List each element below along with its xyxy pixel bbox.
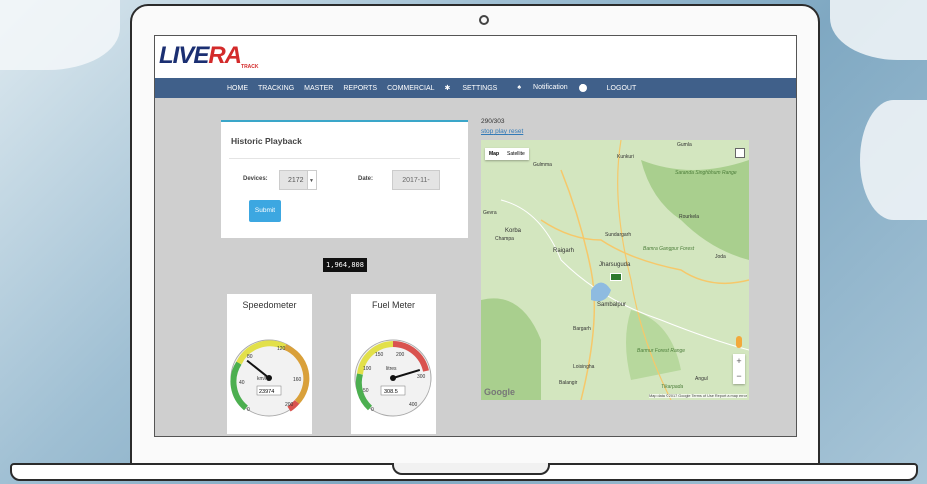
- panel-title: Historic Playback: [231, 136, 302, 146]
- map-attribution[interactable]: Map data ©2017 Google Terms of Use Repor…: [649, 394, 747, 398]
- map-label: Rourkela: [679, 214, 700, 220]
- zoom-out-icon[interactable]: −: [733, 369, 745, 384]
- background-shape: [860, 100, 927, 220]
- map-type-control: Map Satellite: [485, 148, 529, 160]
- bell-icon: ♠: [517, 84, 524, 91]
- fuel-tick: 0: [371, 407, 374, 413]
- map-label: Sambalpur: [597, 302, 627, 308]
- fuel-tick: 50: [363, 388, 369, 394]
- speed-tick: 120: [277, 346, 286, 352]
- google-logo: Google: [484, 387, 515, 397]
- nav-settings[interactable]: ✱ SETTINGS: [445, 84, 508, 92]
- map-label: Bargarh: [573, 326, 591, 332]
- submit-button[interactable]: Submit: [249, 200, 281, 222]
- notification-badge: 5: [578, 84, 587, 92]
- nav-master[interactable]: MASTER: [304, 85, 333, 92]
- date-label: Date:: [358, 176, 374, 182]
- fullscreen-icon[interactable]: [735, 148, 745, 158]
- speed-tick: 160: [293, 377, 302, 383]
- caret-down-icon: ▼: [307, 171, 316, 189]
- fuel-meter-card: Fuel Meter litres 0 50 100 150 200 300 4…: [351, 294, 436, 434]
- playback-panel: Historic Playback Devices: 2172 ▼ Date: …: [221, 120, 468, 238]
- map-label: Korba: [505, 228, 522, 234]
- vehicle-marker[interactable]: [610, 273, 622, 281]
- map-label: Gevra: [483, 210, 497, 216]
- nav-reports[interactable]: REPORTS: [343, 85, 377, 92]
- speed-tick: 200: [285, 402, 294, 408]
- play-link[interactable]: play: [495, 128, 507, 135]
- fuel-gauge: litres 0 50 100 150 200 300 400 308.5: [354, 339, 432, 417]
- logo[interactable]: LIVERATRACK: [159, 42, 259, 70]
- playback-counter: 290/303: [481, 118, 505, 125]
- map-label: Raigarh: [553, 248, 575, 254]
- map-label: Barmur Forest Range: [637, 348, 686, 354]
- fuel-tick: 300: [417, 374, 426, 380]
- map-label: Bamra Gangpur Forest: [643, 246, 695, 252]
- fuel-tick: 150: [375, 352, 384, 358]
- map-label: Gulmma: [533, 162, 552, 168]
- map-terrain: [481, 140, 749, 400]
- fuel-reading: 308.5: [384, 389, 398, 395]
- map-label: Sundargarh: [605, 232, 632, 238]
- speedometer-gauge: km/h 0 40 80 120 160 200 23974: [230, 339, 310, 417]
- zoom-in-icon[interactable]: +: [733, 354, 745, 369]
- map-type-satellite[interactable]: Satellite: [503, 148, 529, 160]
- map[interactable]: Map Satellite Gumla Kunkuri Gulmma Korba…: [481, 140, 749, 400]
- nav-notification[interactable]: ♠ Notification 5: [517, 84, 596, 92]
- map-label: Angul: [695, 376, 708, 382]
- speed-odometer: 23974: [259, 389, 274, 395]
- laptop-screen: LIVERATRACK HOME TRACKING MASTER REPORTS…: [154, 35, 797, 437]
- device-select[interactable]: 2172 ▼: [279, 170, 317, 190]
- date-input[interactable]: 2017-11-: [392, 170, 440, 190]
- fuel-tick: 200: [396, 352, 405, 358]
- map-label: Joda: [715, 254, 726, 260]
- map-label: Jharsuguda: [599, 262, 631, 268]
- pegman-icon[interactable]: [736, 336, 742, 348]
- speed-tick: 0: [247, 407, 250, 413]
- laptop-notch: [392, 463, 550, 475]
- reset-link[interactable]: reset: [509, 128, 523, 135]
- device-label: Devices:: [243, 176, 268, 182]
- map-label: Champa: [495, 236, 514, 242]
- map-label: Tikarpada: [661, 384, 684, 390]
- nav-commercial[interactable]: COMMERCIAL: [387, 85, 434, 92]
- background-shape: [0, 0, 120, 70]
- map-label: Balangir: [559, 380, 578, 386]
- camera-icon: [479, 15, 489, 25]
- main-nav: HOME TRACKING MASTER REPORTS COMMERCIAL …: [155, 78, 796, 98]
- speedometer-title: Speedometer: [242, 300, 297, 310]
- playback-controls: stop play reset: [481, 128, 523, 135]
- fuel-tick: 400: [409, 402, 418, 408]
- fuel-tick: 100: [363, 366, 372, 372]
- divider: [229, 158, 460, 159]
- gear-icon: ✱: [444, 85, 453, 92]
- odometer-display: 1,964,808: [323, 258, 367, 272]
- speed-tick: 80: [247, 354, 253, 360]
- map-label: Kunkuri: [617, 154, 634, 160]
- fuel-meter-title: Fuel Meter: [371, 300, 415, 310]
- stop-link[interactable]: stop: [481, 128, 493, 135]
- background-shape: [830, 0, 927, 60]
- nav-tracking[interactable]: TRACKING: [258, 85, 294, 92]
- zoom-control[interactable]: + −: [733, 354, 745, 384]
- fuel-unit: litres: [386, 366, 397, 372]
- map-label: Loisingha: [573, 364, 595, 370]
- speed-tick: 40: [239, 380, 245, 386]
- nav-logout[interactable]: LOGOUT: [607, 85, 637, 92]
- speedometer-card: Speedometer km/h 0 40 80 120 160 200 239…: [227, 294, 312, 434]
- map-type-map[interactable]: Map: [485, 148, 503, 160]
- map-label: Saranda Singhbhum Range: [675, 170, 737, 176]
- map-label: Gumla: [677, 142, 692, 148]
- app-header: LIVERATRACK: [155, 36, 796, 78]
- nav-home[interactable]: HOME: [227, 85, 248, 92]
